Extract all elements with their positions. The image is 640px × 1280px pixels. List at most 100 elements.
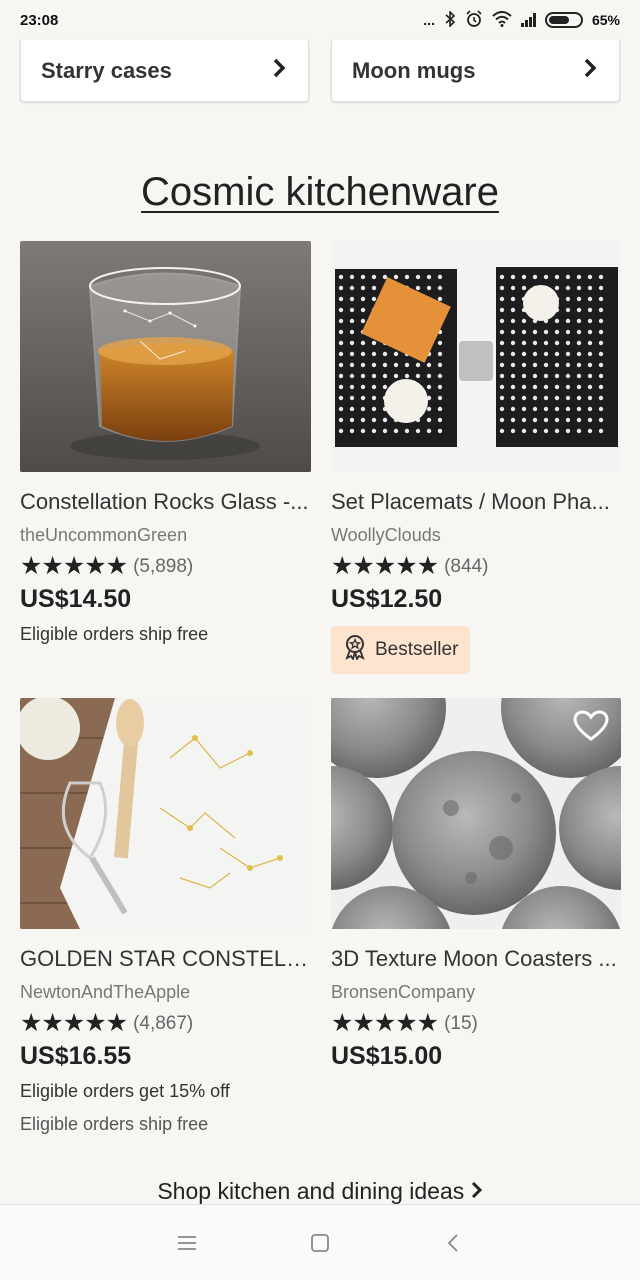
placemat-dot	[532, 373, 538, 379]
placemat-dot	[565, 417, 571, 423]
placemat-dot	[349, 406, 355, 412]
placemat-dot	[587, 318, 593, 324]
category-card-moon-mugs[interactable]: Moon mugs	[331, 40, 620, 102]
product-image[interactable]	[20, 698, 311, 929]
placemat-dot	[598, 340, 604, 346]
product-image[interactable]	[331, 241, 621, 472]
category-card-starry-cases[interactable]: Starry cases	[20, 40, 309, 102]
placemat-dot	[371, 406, 377, 412]
placemat-dot	[499, 406, 505, 412]
signal-icon	[520, 13, 536, 27]
placemat-dot	[338, 428, 344, 434]
placemat-dot	[598, 307, 604, 313]
placemat-dot	[415, 373, 421, 379]
status-time: 23:08	[20, 11, 59, 29]
placemat-dot	[543, 384, 549, 390]
placemat-dot	[521, 395, 527, 401]
placemat-dot	[360, 406, 366, 412]
placemat-dot	[521, 329, 527, 335]
placemat-dot	[510, 329, 516, 335]
rating: ★★★★★ (15)	[331, 1011, 621, 1036]
placemat-dot	[415, 428, 421, 434]
placemat-dot	[587, 395, 593, 401]
placemat-dot	[576, 417, 582, 423]
placemat-dot	[576, 373, 582, 379]
placemat-dot	[554, 362, 560, 368]
shop-kitchen-link[interactable]: Shop kitchen and dining ideas	[0, 1178, 640, 1204]
placemat-dot	[521, 285, 527, 291]
shop-name: theUncommonGreen	[20, 525, 188, 545]
review-count: (5,898)	[133, 555, 194, 577]
placemat-dot	[598, 329, 604, 335]
placemat-dot	[338, 373, 344, 379]
product-title[interactable]: 3D Texture Moon Coasters ...	[331, 946, 621, 972]
placemat-dot	[598, 274, 604, 280]
placemat-dot	[554, 340, 560, 346]
placemat-dot	[598, 373, 604, 379]
placemat-dot	[510, 395, 516, 401]
placemat-dot	[404, 428, 410, 434]
section-title[interactable]: Cosmic kitchenware	[0, 170, 640, 215]
placemat-dot	[565, 285, 571, 291]
placemat-dot	[415, 362, 421, 368]
placemat-dot	[371, 351, 377, 357]
placemat-dot	[554, 318, 560, 324]
product-card[interactable]: Constellation Rocks Glass -... theUncomm…	[20, 241, 311, 674]
placemat-dot	[437, 373, 443, 379]
placemat-dot	[576, 296, 582, 302]
product-image[interactable]	[331, 698, 621, 929]
placemat-dot	[499, 373, 505, 379]
placemat-dot	[426, 285, 432, 291]
placemat-dot	[499, 428, 505, 434]
placemat-dot	[437, 362, 443, 368]
placemat-dot	[598, 362, 604, 368]
back-icon[interactable]	[433, 1223, 473, 1263]
placemat-dot	[576, 395, 582, 401]
placemat-dot	[521, 274, 527, 280]
placemat-dot	[360, 428, 366, 434]
shop-name: BronsenCompany	[331, 982, 476, 1002]
placemat-dot	[393, 373, 399, 379]
placemat-dot	[554, 351, 560, 357]
product-card[interactable]: Set Placemats / Moon Pha... WoollyClouds…	[331, 241, 621, 674]
placemat-dot	[360, 340, 366, 346]
placemat-dot	[521, 318, 527, 324]
product-card[interactable]: GOLDEN STAR CONSTELL... NewtonAndTheAppl…	[20, 698, 311, 1135]
placemat-dot	[554, 285, 560, 291]
placemat-dot	[349, 285, 355, 291]
placemat-dot	[382, 351, 388, 357]
favorite-heart-icon[interactable]	[573, 710, 609, 742]
placemat-dot	[382, 428, 388, 434]
placemat-dot	[349, 274, 355, 280]
placemat-dot	[437, 384, 443, 390]
placemat-dot	[338, 285, 344, 291]
placemat-dot	[510, 340, 516, 346]
category-label: Starry cases	[41, 57, 172, 83]
placemat-dot	[338, 274, 344, 280]
chevron-right-icon	[471, 1178, 483, 1204]
placemat-dot	[510, 373, 516, 379]
placemat-dot	[543, 329, 549, 335]
placemat-dot	[598, 296, 604, 302]
placemat-dot	[598, 351, 604, 357]
product-image[interactable]	[20, 241, 311, 472]
placemat-dot	[382, 373, 388, 379]
placemat-dot	[382, 362, 388, 368]
product-card[interactable]: 3D Texture Moon Coasters ... BronsenComp…	[331, 698, 621, 1135]
placemat-dot	[532, 417, 538, 423]
placemat-dot	[510, 274, 516, 280]
review-count: (4,867)	[133, 1012, 194, 1034]
placemat-dot	[576, 340, 582, 346]
product-title[interactable]: GOLDEN STAR CONSTELL...	[20, 946, 311, 972]
placemat-dot	[426, 417, 432, 423]
placemat-dot	[510, 351, 516, 357]
menu-icon[interactable]	[167, 1223, 207, 1263]
placemat-dot	[349, 373, 355, 379]
home-icon[interactable]	[300, 1223, 340, 1263]
product-title[interactable]: Constellation Rocks Glass -...	[20, 489, 311, 515]
system-nav-bar	[0, 1204, 640, 1280]
category-row: Starry cases Moon mugs	[20, 40, 620, 102]
placemat-dot	[360, 362, 366, 368]
product-title[interactable]: Set Placemats / Moon Pha...	[331, 489, 621, 515]
placemat-dot	[576, 406, 582, 412]
